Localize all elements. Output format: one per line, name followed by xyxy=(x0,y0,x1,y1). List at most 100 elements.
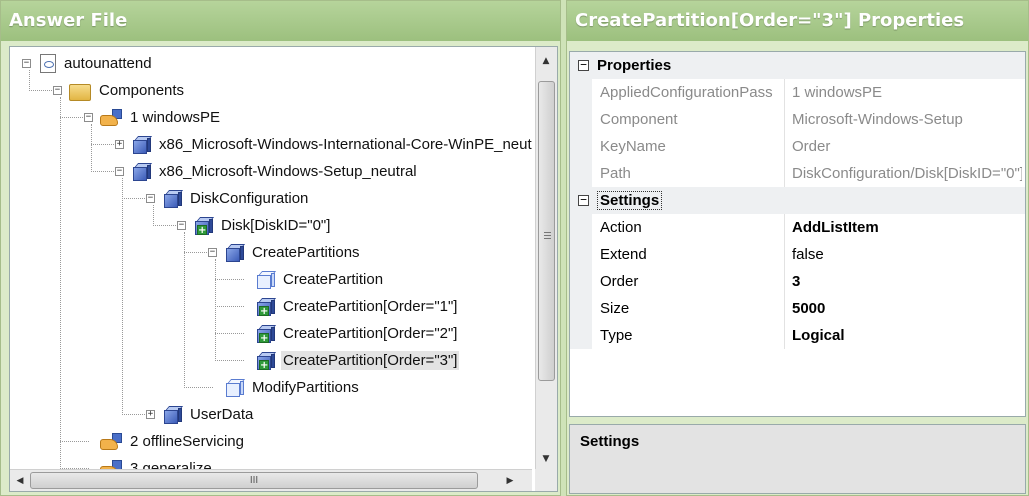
property-row[interactable]: AppliedConfigurationPass 1 windowsPE xyxy=(570,79,1025,106)
collapse-icon[interactable]: − xyxy=(177,221,186,230)
tree-node[interactable]: + CreatePartition[Order="2"] xyxy=(255,320,459,347)
row-gutter xyxy=(570,106,592,133)
tree-guide-line xyxy=(91,124,92,172)
tree-node-label: autounattend xyxy=(64,55,152,72)
scroll-up-arrow-icon[interactable]: ▲ xyxy=(536,51,556,71)
tree-node[interactable]: + CreatePartition[Order="1"] xyxy=(255,293,459,320)
property-value[interactable]: Microsoft-Windows-Setup xyxy=(786,111,1022,128)
collapse-icon[interactable]: − xyxy=(146,194,155,203)
answer-file-tree[interactable]: − autounattend − Components − 1 windowsPE + x86… xyxy=(9,46,558,492)
row-gutter xyxy=(570,160,592,187)
component-icon xyxy=(162,405,184,425)
property-name: Size xyxy=(600,300,630,317)
tree-horizontal-scrollbar[interactable]: ◀ III ▶ xyxy=(10,469,532,491)
property-row[interactable]: KeyName Order xyxy=(570,133,1025,160)
tree-node-label: CreatePartition[Order="2"] xyxy=(283,325,458,342)
category-properties[interactable]: − Properties xyxy=(570,52,1025,79)
tree-node[interactable]: x86_Microsoft-Windows-Setup_neutral xyxy=(131,158,419,185)
component-icon xyxy=(131,135,153,155)
column-divider xyxy=(784,268,785,295)
tree-branch-line xyxy=(215,360,244,361)
horizontal-scroll-thumb[interactable]: III xyxy=(30,472,478,489)
component-added-icon: + xyxy=(193,216,215,236)
property-name: Order xyxy=(600,273,639,290)
column-divider xyxy=(784,214,785,241)
tree-node[interactable]: autounattend xyxy=(38,50,154,77)
collapse-icon[interactable]: − xyxy=(208,248,217,257)
grip-icon xyxy=(544,232,551,239)
tree-node[interactable]: Components xyxy=(69,77,186,104)
property-row[interactable]: Order 3 xyxy=(570,268,1025,295)
properties-pane: CreatePartition[Order="3"] Properties − P… xyxy=(566,0,1029,496)
tree-node[interactable]: UserData xyxy=(162,401,255,428)
category-title: Properties xyxy=(597,57,672,74)
property-value[interactable]: false xyxy=(786,246,1022,263)
property-value[interactable]: Order xyxy=(786,138,1022,155)
component-icon xyxy=(131,162,153,182)
collapse-icon[interactable]: − xyxy=(578,59,589,71)
tree-branch-line xyxy=(215,279,244,280)
tree-node[interactable]: + CreatePartition[Order="3"] xyxy=(255,347,460,374)
properties-title: CreatePartition[Order="3"] Properties xyxy=(567,1,1028,41)
property-name: Action xyxy=(600,219,642,236)
tree-node-label: 2 offlineServicing xyxy=(130,433,244,450)
tree-node[interactable]: 2 offlineServicing xyxy=(100,428,246,455)
property-value[interactable]: AddListItem xyxy=(786,219,1022,236)
property-value[interactable]: Logical xyxy=(786,327,1022,344)
property-name: Component xyxy=(600,111,678,128)
tree-vertical-scrollbar[interactable]: ▲ ▼ xyxy=(535,47,557,471)
tree-node-label: Disk[DiskID="0"] xyxy=(221,217,331,234)
tree-node[interactable]: ModifyPartitions xyxy=(224,374,361,401)
category-settings[interactable]: − Settings xyxy=(570,187,1025,214)
tree-branch-line xyxy=(184,387,213,388)
category-header: − Settings xyxy=(570,191,786,210)
component-added-icon: + xyxy=(255,324,277,344)
tree-guide-line xyxy=(215,259,216,361)
tree-node[interactable]: CreatePartitions xyxy=(224,239,362,266)
description-splitter[interactable] xyxy=(569,418,1026,423)
property-row[interactable]: Extend false xyxy=(570,241,1025,268)
tree-node[interactable]: + Disk[DiskID="0"] xyxy=(193,212,332,239)
tree-node[interactable]: DiskConfiguration xyxy=(162,185,310,212)
component-added-icon: + xyxy=(255,297,277,317)
tree-node[interactable]: x86_Microsoft-Windows-International-Core… xyxy=(131,131,532,158)
scrollbar-corner xyxy=(535,469,557,491)
property-value[interactable]: 5000 xyxy=(786,300,1022,317)
property-row[interactable]: Type Logical xyxy=(570,322,1025,349)
component-icon xyxy=(224,243,246,263)
expand-icon[interactable]: + xyxy=(146,410,155,419)
component-outline-icon xyxy=(224,378,246,398)
row-gutter xyxy=(570,133,592,160)
property-grid[interactable]: − Properties AppliedConfigurationPass 1 win… xyxy=(569,51,1026,417)
component-icon xyxy=(162,189,184,209)
vertical-scroll-thumb[interactable] xyxy=(538,81,555,381)
property-row[interactable]: Path DiskConfiguration/Disk[DiskID="0"] xyxy=(570,160,1025,187)
folder-icon xyxy=(69,83,91,101)
property-name: KeyName xyxy=(600,138,666,155)
column-divider xyxy=(784,133,785,160)
collapse-icon[interactable]: − xyxy=(115,167,124,176)
property-row[interactable]: Action AddListItem xyxy=(570,214,1025,241)
collapse-icon[interactable]: − xyxy=(22,59,31,68)
collapse-icon[interactable]: − xyxy=(53,86,62,95)
property-value[interactable]: 3 xyxy=(786,273,1022,290)
property-value[interactable]: DiskConfiguration/Disk[DiskID="0"] xyxy=(786,165,1022,182)
column-divider xyxy=(784,106,785,133)
tree-node[interactable]: CreatePartition xyxy=(255,266,385,293)
property-value[interactable]: 1 windowsPE xyxy=(786,84,1022,101)
tree-node-label: 1 windowsPE xyxy=(130,109,221,126)
tree-node-label: CreatePartitions xyxy=(252,244,360,261)
tree-node[interactable]: 1 windowsPE xyxy=(100,104,222,131)
collapse-icon[interactable]: − xyxy=(578,194,589,206)
expand-icon[interactable]: + xyxy=(115,140,124,149)
scroll-right-arrow-icon[interactable]: ▶ xyxy=(500,471,520,491)
property-row[interactable]: Size 5000 xyxy=(570,295,1025,322)
description-panel: Settings xyxy=(569,424,1026,494)
component-outline-icon xyxy=(255,270,277,290)
tree-guide-line xyxy=(184,232,185,388)
property-row[interactable]: Component Microsoft-Windows-Setup xyxy=(570,106,1025,133)
collapse-icon[interactable]: − xyxy=(84,113,93,122)
scroll-down-arrow-icon[interactable]: ▼ xyxy=(536,449,556,469)
column-divider xyxy=(784,160,785,187)
scroll-left-arrow-icon[interactable]: ◀ xyxy=(10,471,30,491)
